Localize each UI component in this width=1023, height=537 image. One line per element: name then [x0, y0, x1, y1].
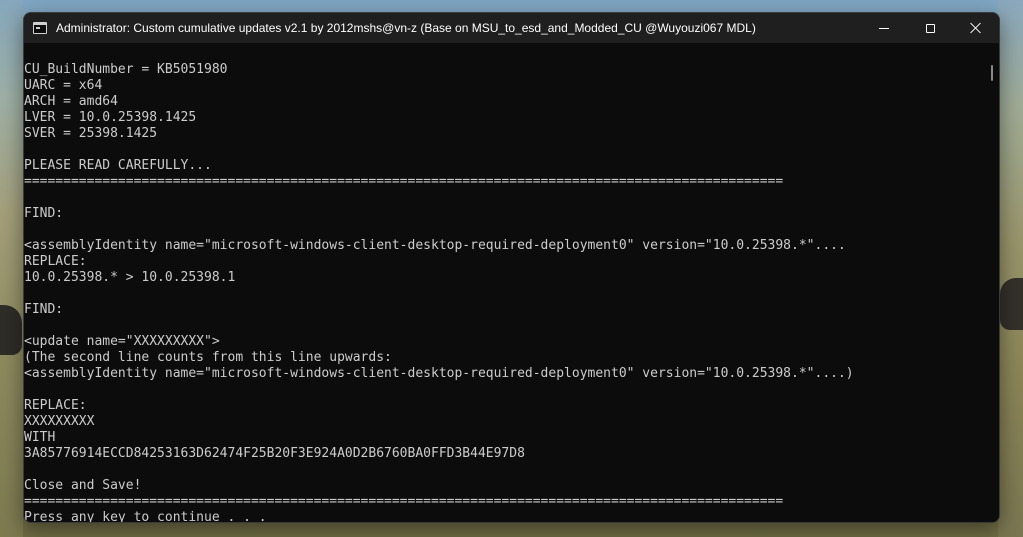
- desktop-wallpaper-left: [0, 0, 23, 537]
- console-line: <assemblyIdentity name="microsoft-window…: [24, 238, 846, 253]
- console-line: <assemblyIdentity name="microsoft-window…: [24, 366, 854, 381]
- console-line: 3A85776914ECCD84253163D62474F25B20F3E924…: [24, 446, 525, 461]
- console-line: REPLACE:: [24, 254, 87, 269]
- desktop-wallpaper-right: [998, 0, 1023, 537]
- console-output[interactable]: CU_BuildNumber = KB5051980 UARC = x64 AR…: [24, 43, 984, 522]
- console-app-icon[interactable]: [33, 22, 47, 34]
- console-line: ARCH = amd64: [24, 94, 118, 109]
- console-line: WITH: [24, 430, 56, 445]
- console-window[interactable]: Administrator: Custom cumulative updates…: [23, 12, 1000, 523]
- console-line: <update name="XXXXXXXXX">: [24, 334, 220, 349]
- console-line: CU_BuildNumber = KB5051980: [24, 62, 228, 77]
- console-line: Close and Save!: [24, 478, 142, 493]
- console-line: PLEASE READ CAREFULLY...: [24, 158, 212, 173]
- console-line: Press any key to continue . . .: [24, 510, 267, 522]
- console-line: UARC = x64: [24, 78, 103, 93]
- console-line: LVER = 10.0.25398.1425: [24, 110, 197, 125]
- vertical-scrollbar[interactable]: [986, 43, 999, 522]
- minimize-button[interactable]: [861, 13, 907, 43]
- wallpaper-bison-left: [0, 305, 22, 355]
- scrollbar-thumb[interactable]: [991, 65, 993, 81]
- console-line: FIND:: [24, 302, 64, 317]
- console-line: (The second line counts from this line u…: [24, 350, 392, 365]
- title-bar[interactable]: Administrator: Custom cumulative updates…: [24, 13, 999, 43]
- maximize-icon: [925, 23, 935, 33]
- console-line: REPLACE:: [24, 398, 87, 413]
- wallpaper-bison-right: [1000, 278, 1023, 330]
- separator-line: ========================================…: [24, 174, 784, 189]
- console-line: FIND:: [24, 206, 64, 221]
- console-line: 10.0.25398.* > 10.0.25398.1: [24, 270, 236, 285]
- console-lines: CU_BuildNumber = KB5051980 UARC = x64 AR…: [24, 62, 854, 522]
- separator-line: ========================================…: [24, 494, 784, 509]
- window-title: Administrator: Custom cumulative updates…: [56, 21, 756, 35]
- minimize-icon: [879, 27, 889, 29]
- console-line: SVER = 25398.1425: [24, 126, 158, 141]
- close-icon: [970, 22, 982, 34]
- close-button[interactable]: [953, 13, 999, 43]
- console-line: XXXXXXXXX: [24, 414, 95, 429]
- maximize-button[interactable]: [907, 13, 953, 43]
